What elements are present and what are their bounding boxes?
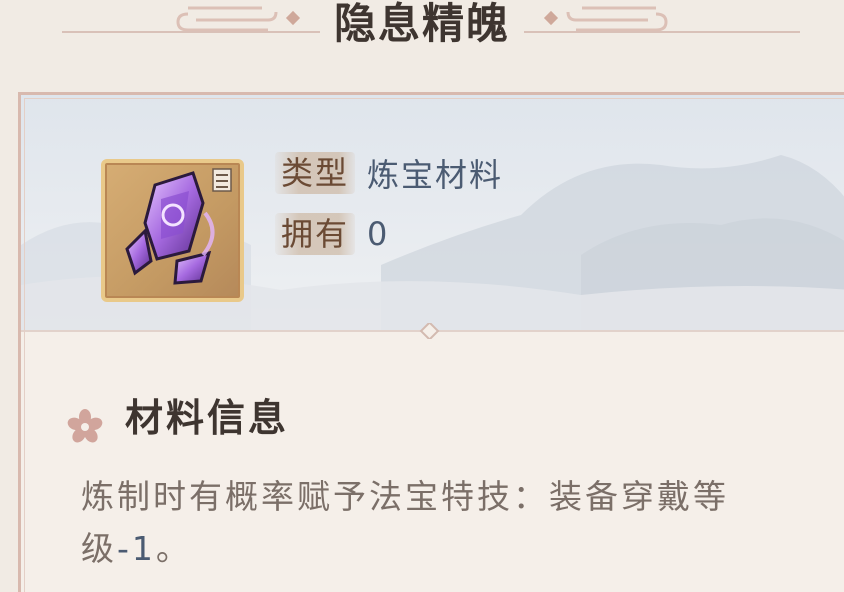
material-description: 炼制时有概率赋予法宝特技：装备穿戴等级-1。 bbox=[81, 471, 801, 575]
purple-crystal-shard-icon bbox=[125, 168, 232, 285]
item-owned-label: 拥有 bbox=[275, 213, 356, 255]
item-type-row: 类型 炼宝材料 bbox=[275, 150, 503, 196]
item-icon-frame[interactable] bbox=[101, 159, 244, 302]
description-level-value: -1 bbox=[117, 529, 156, 568]
title-bar: 隐息精魄 bbox=[0, 0, 844, 60]
section-divider bbox=[21, 323, 844, 339]
item-type-label: 类型 bbox=[275, 152, 356, 194]
flower-icon bbox=[67, 409, 103, 443]
material-info-title: 材料信息 bbox=[125, 396, 290, 440]
item-detail-card: 类型 炼宝材料 拥有 0 材料信息 炼制时有概率赋予法宝特技：装备穿戴等级-1。 bbox=[18, 92, 844, 592]
description-end: 。 bbox=[155, 529, 192, 568]
item-owned-value: 0 bbox=[367, 215, 390, 253]
item-type-value: 炼宝材料 bbox=[367, 156, 504, 194]
item-owned-row: 拥有 0 bbox=[275, 211, 389, 257]
item-name-title: 隐息精魄 bbox=[333, 0, 510, 48]
item-header-area: 类型 炼宝材料 拥有 0 bbox=[21, 95, 844, 331]
